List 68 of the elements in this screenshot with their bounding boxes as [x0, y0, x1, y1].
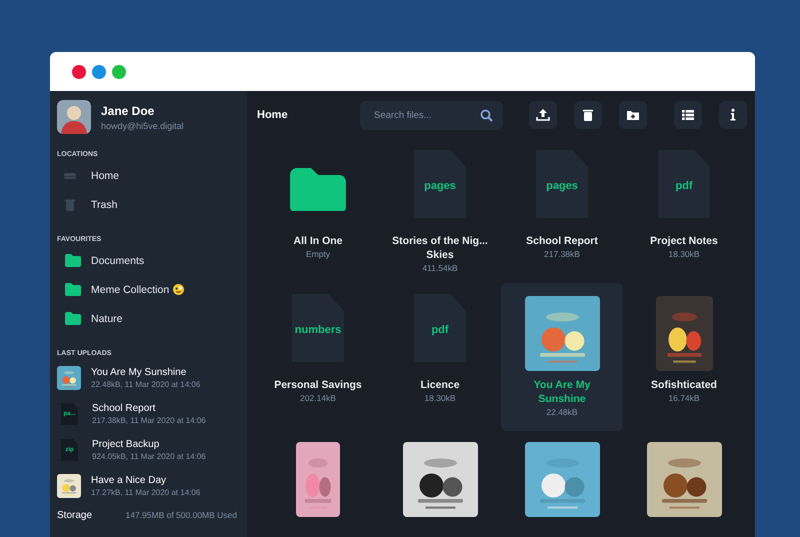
user-email: howdy@hi5ve.digital: [101, 120, 184, 130]
upload-item[interactable]: Have a Nice Day 17.27kB, 11 Mar 2020 at 14:06: [57, 468, 247, 504]
file-details: 17.27kB, 11 Mar 2020 at 14:06: [91, 488, 200, 497]
file-name[interactable]: You Are My Sunshine: [527, 378, 597, 406]
file-size: 18.30kB: [668, 249, 700, 259]
folder-icon: [290, 168, 346, 210]
file-details: 22.48kB, 11 Mar 2020 at 14:06: [91, 380, 200, 389]
sidebar-item[interactable]: Home: [57, 161, 247, 190]
file-tile[interactable]: You Are My Sunshine 22.48kB: [501, 283, 623, 431]
upload-button[interactable]: [529, 101, 557, 129]
search-icon: [480, 108, 493, 122]
file-size: 22.48kB: [546, 407, 578, 417]
file-size: 18.30kB: [424, 393, 456, 403]
file-tile[interactable]: numbers Personal Savings 202.14kB: [257, 283, 379, 431]
file-name[interactable]: Licence: [386, 378, 494, 392]
document-icon: pdf: [658, 150, 710, 218]
file-tile[interactable]: pdf Project Notes 18.30kB: [623, 139, 745, 285]
sidebar-item[interactable]: Meme Collection: [57, 275, 247, 304]
page-title: Home: [257, 109, 289, 121]
document-icon: numbers: [292, 294, 344, 362]
file-size: 16.74kB: [668, 393, 700, 403]
sidebar-item[interactable]: Documents: [57, 246, 247, 275]
folder-plus-icon: [626, 108, 640, 122]
list-icon: [681, 108, 695, 122]
file-size: 202.14kB: [300, 393, 336, 403]
document-icon: pdf: [414, 294, 466, 362]
file-tile[interactable]: Sofishticated 16.74kB: [623, 283, 745, 431]
sidebar-item[interactable]: Nature: [57, 304, 247, 333]
folder-icon: [65, 283, 81, 296]
upload-item[interactable]: You Are My Sunshine 22.48kB, 11 Mar 2020 at 14:06: [57, 360, 247, 396]
file-tile[interactable]: pdf Licence 18.30kB: [379, 283, 501, 431]
list-button[interactable]: [674, 101, 702, 129]
file-name[interactable]: Personal Savings: [264, 378, 372, 392]
document-icon: pages: [536, 150, 588, 218]
file-name: Project Backup: [92, 439, 160, 450]
file-size: 217.38kB: [544, 249, 580, 259]
file-name[interactable]: Project Notes: [630, 234, 738, 248]
avatar: [57, 100, 91, 134]
file-tile[interactable]: pages School Report 217.38kB: [501, 139, 623, 285]
folder-icon: [65, 312, 81, 325]
storage-label: Storage: [57, 510, 92, 521]
trash-button[interactable]: [574, 101, 602, 129]
minimize-button[interactable]: [92, 64, 106, 78]
document-icon: pages: [414, 150, 466, 218]
trash-icon: [63, 198, 77, 212]
file-tile[interactable]: pages Stories of the Nig... Skies 411.54kB: [379, 139, 501, 285]
file-name[interactable]: Sofishticated: [630, 378, 738, 392]
file-tile[interactable]: All In One Empty: [257, 139, 379, 285]
file-name[interactable]: All In One: [264, 234, 372, 248]
trash-icon: [581, 108, 595, 122]
file-name: You Are My Sunshine: [91, 367, 188, 378]
storage-usage: 147.95MB of 500.00MB Used: [125, 510, 237, 520]
close-button[interactable]: [72, 64, 86, 78]
folder-plus-button[interactable]: [619, 101, 647, 129]
file-details: 217.38kB, 11 Mar 2020 at 14:06: [92, 416, 206, 425]
file-details: 924.05kB, 11 Mar 2020 at 14:06: [92, 452, 206, 461]
file-size: 411.54kB: [422, 263, 458, 273]
user-name: Jane Doe: [101, 104, 156, 118]
file-name[interactable]: School Report: [508, 234, 616, 248]
file-name: School Report: [92, 403, 156, 414]
file-name: Have a Nice Day: [91, 475, 168, 486]
upload-icon: [536, 108, 550, 122]
search-field[interactable]: Search files...: [360, 100, 503, 130]
info-button[interactable]: [719, 101, 747, 129]
folder-icon: [65, 254, 81, 267]
file-name[interactable]: Stories of the Nig... Skies: [386, 234, 494, 262]
sidebar-item[interactable]: Trash: [57, 190, 247, 219]
file-size: Empty: [306, 249, 330, 259]
